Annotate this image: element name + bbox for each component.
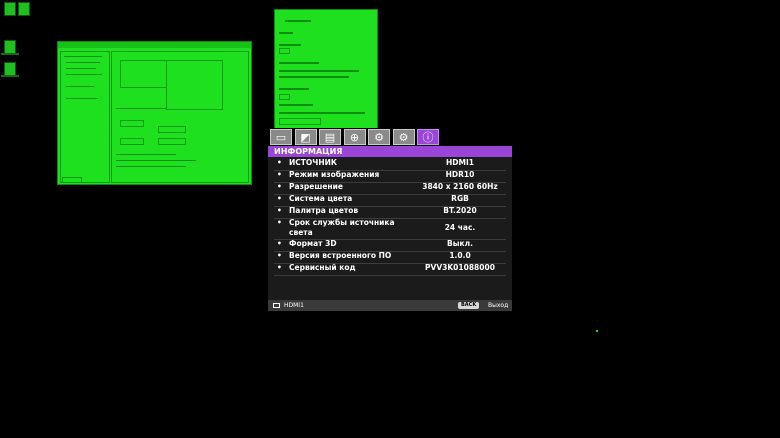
advanced-tab[interactable]: ⚙	[392, 129, 415, 145]
settings-text	[279, 104, 313, 106]
input-source-icon	[273, 303, 280, 308]
bullet-icon: •	[277, 218, 282, 227]
info-label: Сервисный код	[289, 263, 356, 272]
info-value: Выкл.	[447, 239, 473, 248]
info-label: Режим изображения	[289, 170, 380, 179]
back-button[interactable]: BACK	[458, 302, 480, 309]
projector-osd-menu: ▭ ◩ ▤ ⊕ ⚙ ⚙ ⓘ ИНФОРМАЦИЯ • ИСТОЧНИК HDMI1 • Режим …	[268, 128, 512, 311]
network-tab[interactable]: ⊕	[343, 129, 366, 145]
desktop-icon-label	[1, 53, 19, 55]
bullet-icon: •	[277, 239, 282, 248]
desktop-icon-4[interactable]	[4, 62, 16, 76]
setting-line	[116, 160, 196, 161]
apply-button[interactable]	[62, 177, 82, 183]
osd-tab-bar: ▭ ◩ ▤ ⊕ ⚙ ⚙ ⓘ	[268, 128, 512, 146]
setup-icon: ▤	[324, 131, 336, 144]
tree-item[interactable]	[66, 62, 100, 63]
info-label: ИСТОЧНИК	[289, 158, 338, 167]
desktop-icon-label	[1, 75, 19, 77]
info-value: 3840 x 2160 60Hz	[422, 182, 498, 191]
desktop-icon-3[interactable]	[4, 40, 16, 54]
info-row: • Срок службы источника света 24 час.	[274, 218, 506, 240]
dropdown[interactable]	[120, 120, 144, 127]
info-label: Формат 3D	[289, 239, 337, 248]
bullet-icon: •	[277, 182, 282, 191]
display-settings-window	[274, 9, 378, 130]
tree-item[interactable]	[66, 74, 102, 75]
setting-line	[116, 166, 186, 167]
settings-text	[279, 44, 301, 46]
settings-text	[279, 62, 319, 64]
osd-section-title: ИНФОРМАЦИЯ	[268, 146, 512, 157]
control-panel-window	[57, 41, 252, 185]
settings-text	[279, 32, 293, 34]
info-value: HDMI1	[446, 158, 474, 167]
tree-item[interactable]	[66, 68, 96, 69]
dropdown[interactable]	[279, 118, 321, 125]
display-tab[interactable]: ◩	[294, 129, 317, 145]
settings-text	[279, 112, 365, 114]
info-value: RGB	[451, 194, 469, 203]
bullet-icon: •	[277, 170, 282, 179]
desktop-icon-1[interactable]	[4, 2, 16, 16]
info-row: • Сервисный код PVV3K01088000	[274, 263, 506, 276]
info-value: BT.2020	[443, 206, 477, 215]
dropdown[interactable]	[158, 138, 186, 145]
bullet-icon: •	[277, 158, 282, 167]
settings-title	[285, 20, 311, 22]
options-list[interactable]	[166, 60, 223, 110]
bullet-icon: •	[277, 263, 282, 272]
dropdown[interactable]	[158, 126, 186, 133]
network-icon: ⊕	[349, 131, 360, 144]
info-label: Палитра цветов	[289, 206, 359, 215]
tree-item[interactable]	[66, 86, 94, 87]
bullet-icon: •	[277, 206, 282, 215]
cursor-dot	[596, 330, 598, 332]
footer-source: HDMI1	[284, 302, 304, 309]
tree-item[interactable]	[64, 56, 102, 57]
info-label: Срок службы источника света	[289, 218, 395, 237]
tree-item[interactable]	[66, 98, 98, 99]
settings-text	[279, 70, 359, 72]
setting-line	[116, 108, 166, 109]
display-icon: ◩	[300, 131, 311, 144]
system-tab[interactable]: ⚙	[368, 129, 390, 145]
toggle[interactable]	[279, 94, 290, 100]
setup-tab[interactable]: ▤	[319, 129, 341, 145]
setting-line	[116, 154, 176, 155]
info-value: 1.0.0	[449, 251, 471, 260]
osd-footer: HDMI1 BACK Выход	[268, 300, 512, 311]
bullet-icon: •	[277, 251, 282, 260]
info-value: PVV3K01088000	[425, 263, 495, 272]
desktop-icon-2[interactable]	[18, 2, 30, 16]
info-label: Версия встроенного ПО	[289, 251, 392, 260]
settings-text	[279, 88, 309, 90]
settings-text	[279, 76, 349, 78]
dropdown[interactable]	[120, 138, 144, 145]
info-icon: ⓘ	[422, 131, 434, 144]
system-icon: ⚙	[374, 131, 384, 144]
advanced-icon: ⚙	[398, 131, 409, 144]
resolution-list[interactable]	[120, 60, 167, 88]
picture-icon: ▭	[275, 131, 287, 144]
info-label: Система цвета	[289, 194, 353, 203]
info-tab[interactable]: ⓘ	[417, 129, 439, 145]
info-value: 24 час.	[444, 223, 476, 232]
info-label: Разрешение	[289, 182, 343, 191]
toggle[interactable]	[279, 48, 290, 54]
bullet-icon: •	[277, 194, 282, 203]
picture-tab[interactable]: ▭	[270, 129, 292, 145]
exit-label: Выход	[488, 302, 509, 309]
info-value: HDR10	[445, 170, 475, 179]
tree-panel	[60, 51, 110, 183]
window-titlebar[interactable]	[58, 42, 251, 48]
